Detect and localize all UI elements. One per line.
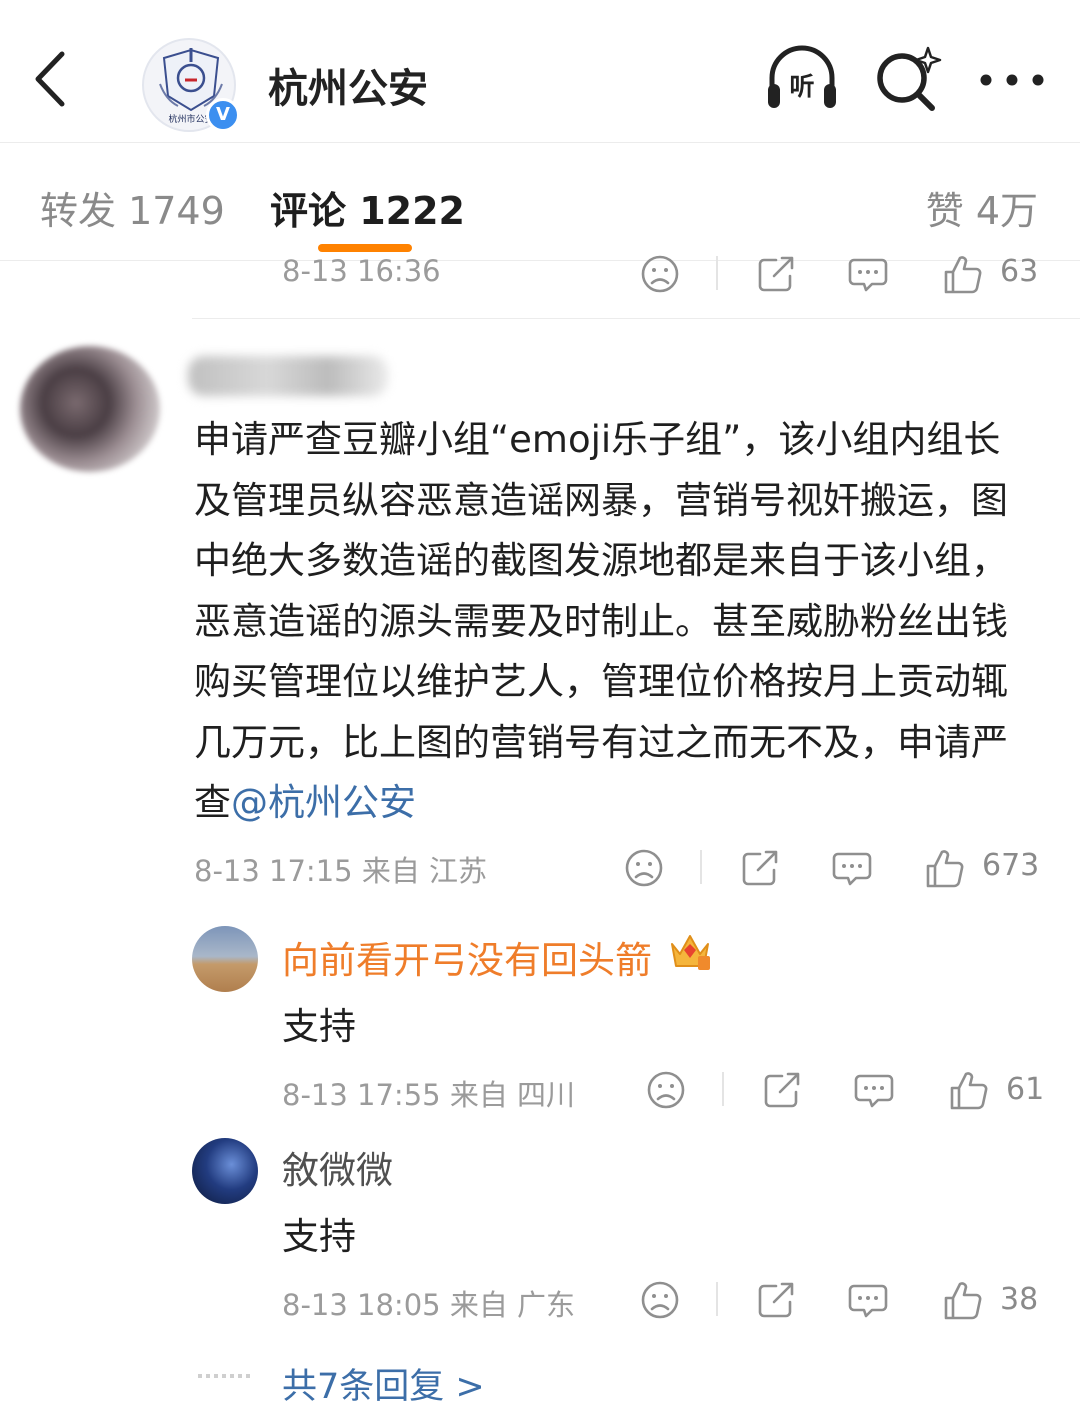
more-replies-dots (198, 1374, 254, 1378)
comment-bubble-icon[interactable] (846, 252, 890, 296)
share-icon[interactable] (754, 1278, 798, 1322)
verified-badge: V (206, 98, 240, 132)
reply-author-name[interactable]: 敘微微 (282, 1140, 393, 1194)
comment-meta: 8-13 17:15 来自 江苏 (194, 854, 488, 888)
comment-bubble-icon[interactable] (852, 1068, 896, 1112)
tabs-divider (0, 260, 1080, 261)
listen-headphones-icon[interactable]: 听 (764, 44, 840, 114)
mention-link[interactable]: @杭州公安 (231, 781, 416, 824)
comment-likes: 673 (982, 848, 1040, 883)
dislike-face-icon[interactable] (644, 1068, 688, 1112)
tab-like[interactable]: 赞 4万 (926, 180, 1038, 235)
comment-bubble-icon[interactable] (830, 846, 874, 890)
dislike-face-icon[interactable] (638, 252, 682, 296)
share-icon[interactable] (754, 252, 798, 296)
back-chevron-icon[interactable] (28, 48, 76, 110)
dislike-face-icon[interactable] (638, 1278, 682, 1322)
crown-badge-icon (671, 935, 710, 970)
more-replies-link[interactable]: 共7条回复 > (282, 1358, 485, 1406)
active-tab-indicator (318, 244, 412, 252)
action-separator (716, 1282, 718, 1316)
comment-body: 申请严查豆瓣小组“emoji乐子组”，该小组内组长及管理员纵容恶意造谣网暴，营销… (194, 410, 1024, 834)
action-separator (716, 256, 718, 290)
listen-label: 听 (789, 72, 814, 101)
tab-comment[interactable]: 评论 1222 (270, 180, 465, 235)
like-thumb-icon[interactable] (922, 846, 966, 890)
reply-meta: 8-13 17:55 来自 四川 (282, 1078, 576, 1112)
reply-meta: 8-13 18:05 来自 广东 (282, 1288, 576, 1322)
reply-likes: 61 (1006, 1072, 1045, 1107)
reply-avatar[interactable] (192, 926, 258, 992)
comment-bubble-icon[interactable] (846, 1278, 890, 1322)
more-dots-icon[interactable] (974, 44, 1050, 114)
search-sparkle-icon[interactable] (870, 44, 946, 114)
like-thumb-icon[interactable] (940, 1278, 984, 1322)
reply-likes: 38 (1000, 1282, 1039, 1317)
prev-comment-time: 8-13 16:36 (282, 254, 441, 288)
share-icon[interactable] (738, 846, 782, 890)
comment-divider (192, 318, 1080, 319)
like-thumb-icon[interactable] (946, 1068, 990, 1112)
top-bar: 杭州市公安 V 杭州公安 听 (0, 0, 1080, 142)
reply-avatar[interactable] (192, 1138, 258, 1204)
page-title: 杭州公安 (268, 66, 428, 112)
dislike-face-icon[interactable] (622, 846, 666, 890)
tab-repost[interactable]: 转发 1749 (40, 180, 225, 235)
action-separator (700, 850, 702, 884)
share-icon[interactable] (760, 1068, 804, 1112)
commenter-name-blurred[interactable] (188, 356, 388, 396)
reply-text: 支持 (282, 1215, 356, 1258)
prev-comment-likes: 63 (1000, 254, 1039, 289)
reply-author-name[interactable]: 向前看开弓没有回头箭 (282, 930, 652, 984)
like-thumb-icon[interactable] (940, 252, 984, 296)
comment-text: 申请严查豆瓣小组“emoji乐子组”，该小组内组长及管理员纵容恶意造谣网暴，营销… (194, 418, 1008, 824)
tab-bar: 转发 1749 评论 1222 赞 4万 (0, 142, 1080, 260)
action-separator (722, 1072, 724, 1106)
commenter-avatar-blurred[interactable] (20, 346, 160, 472)
reply-text: 支持 (282, 1005, 356, 1048)
